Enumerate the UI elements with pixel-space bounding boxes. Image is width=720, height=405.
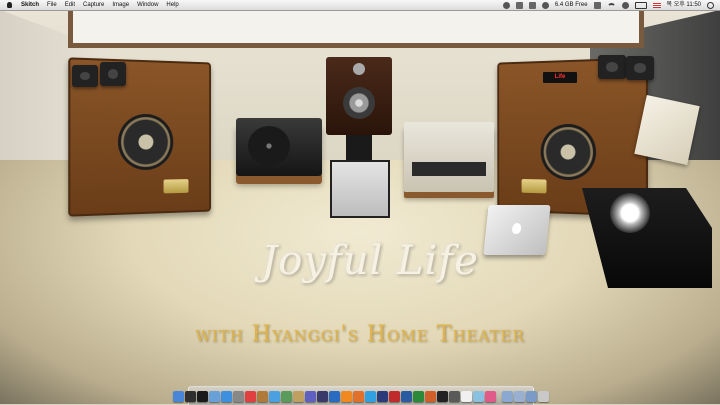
puck-speaker	[610, 193, 650, 233]
wallpaper-subtitle: with Hyanggi's Home Theater	[195, 322, 525, 347]
cd-player	[330, 160, 390, 218]
activity-monitor-icon[interactable]	[449, 390, 460, 402]
expose-icon[interactable]	[197, 390, 208, 402]
word-icon[interactable]	[401, 390, 412, 402]
downloads-folder-icon[interactable]	[526, 390, 537, 402]
apple-menu-icon[interactable]	[6, 0, 13, 10]
wallpaper-title: Joyful Life	[261, 238, 479, 284]
finder-icon[interactable]	[173, 390, 184, 402]
menu-extra-3-icon[interactable]	[528, 1, 536, 9]
right-speaker-cone	[540, 123, 597, 181]
vlc-icon[interactable]	[341, 390, 352, 402]
documents-folder-icon[interactable]	[514, 390, 525, 402]
menu-extra-4-icon[interactable]	[593, 1, 601, 9]
volume-icon[interactable]	[621, 1, 629, 9]
turntable-platter	[248, 126, 290, 166]
center-speaker	[326, 57, 392, 135]
text-edit-icon[interactable]	[461, 390, 472, 402]
dock	[173, 386, 549, 405]
left-small-speaker-1	[72, 65, 98, 87]
address-book-icon[interactable]	[257, 390, 268, 402]
right-speaker-plate	[521, 179, 547, 194]
menu-app-name[interactable]: Skitch	[21, 0, 39, 10]
menu-edit[interactable]: Edit	[65, 0, 75, 10]
powerpoint-icon[interactable]	[425, 390, 436, 402]
ical-icon[interactable]	[245, 390, 256, 402]
dashboard-icon[interactable]	[185, 390, 196, 402]
right-small-speaker-2	[626, 56, 654, 80]
excel-icon[interactable]	[413, 390, 424, 402]
applications-folder-icon[interactable]	[502, 390, 513, 402]
menu-clock[interactable]: 목 오후 11:50	[667, 0, 701, 10]
menu-bar: Skitch File Edit Capture Image Window He…	[0, 0, 720, 11]
av-receiver	[404, 122, 494, 192]
battery-icon[interactable]	[634, 1, 647, 9]
firefox-icon[interactable]	[353, 390, 364, 402]
photoshop-icon[interactable]	[377, 390, 388, 402]
led-clock-display: Life	[543, 72, 577, 83]
menu-help[interactable]: Help	[166, 0, 178, 10]
menu-extra-2-icon[interactable]	[515, 1, 523, 9]
center-speaker-tweeter	[353, 63, 365, 75]
itunes-icon[interactable]	[269, 390, 280, 402]
trash-icon[interactable]	[538, 390, 549, 402]
idvd-icon[interactable]	[317, 390, 328, 402]
spotlight-icon[interactable]	[707, 1, 714, 9]
input-source-flag-icon[interactable]	[652, 2, 661, 8]
safari-icon[interactable]	[221, 390, 232, 402]
menu-extra-1-icon[interactable]	[502, 1, 510, 9]
left-small-speaker-2	[100, 62, 126, 86]
center-stand	[346, 135, 372, 161]
terminal-icon[interactable]	[437, 390, 448, 402]
right-small-speaker-1	[598, 55, 626, 79]
iphoto-icon[interactable]	[281, 390, 292, 402]
projection-screen	[68, 10, 644, 48]
desktop-wallpaper: Life Joyful Life with Hyanggi's Home The…	[0, 10, 720, 404]
left-speaker-plate	[163, 179, 189, 194]
imovie-icon[interactable]	[305, 390, 316, 402]
timemachine-icon[interactable]	[541, 1, 549, 9]
menu-file[interactable]: File	[47, 0, 57, 10]
wifi-icon[interactable]	[606, 2, 616, 8]
center-speaker-cone	[343, 87, 375, 119]
skitch-icon[interactable]	[485, 390, 496, 402]
preview-icon[interactable]	[473, 390, 484, 402]
skype-icon[interactable]	[365, 390, 376, 402]
quicktime-icon[interactable]	[329, 390, 340, 402]
system-preferences-icon[interactable]	[233, 390, 244, 402]
garageband-icon[interactable]	[293, 390, 304, 402]
menu-window[interactable]: Window	[137, 0, 158, 10]
receiver-display-panel	[412, 162, 486, 176]
pdf-reader-icon[interactable]	[389, 390, 400, 402]
left-speaker-cone	[117, 113, 174, 171]
menu-capture[interactable]: Capture	[83, 0, 104, 10]
disk-free-status[interactable]: 6.4 GB Free	[555, 0, 588, 10]
mail-icon[interactable]	[209, 390, 220, 402]
turntable	[236, 118, 322, 176]
menu-image[interactable]: Image	[112, 0, 129, 10]
